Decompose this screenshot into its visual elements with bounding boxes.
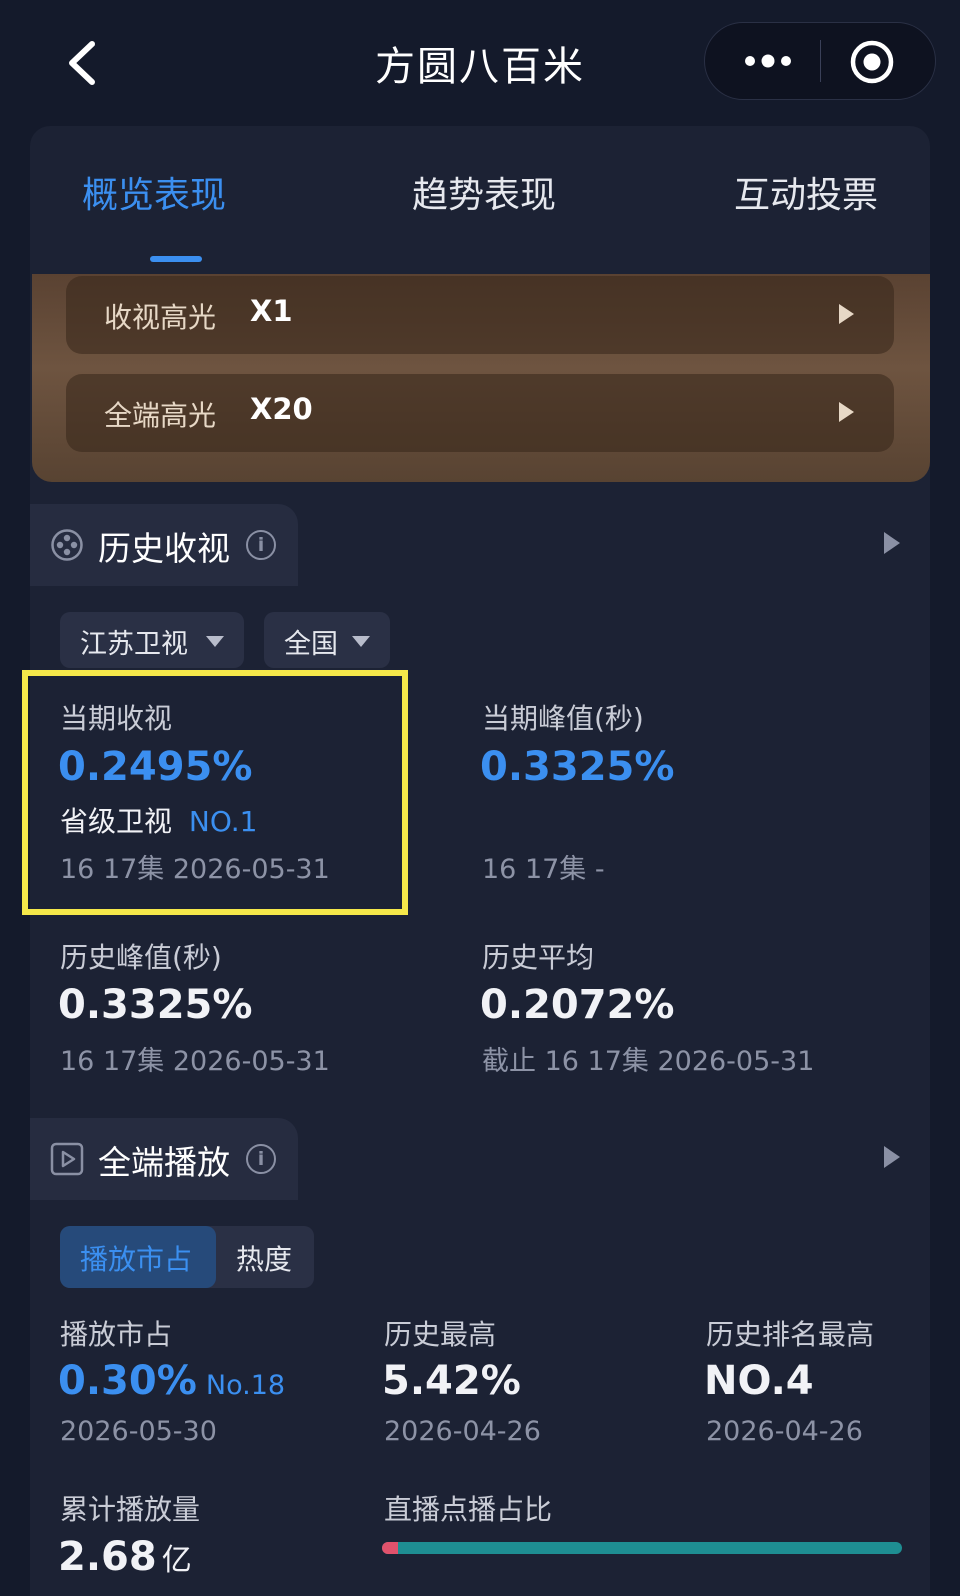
section-title: 历史收视: [98, 529, 230, 568]
history-high-label: 历史最高: [384, 1318, 497, 1351]
info-icon[interactable]: i: [246, 530, 276, 560]
toggle-heat[interactable]: 热度: [236, 1238, 292, 1278]
tab-vote[interactable]: 互动投票: [734, 166, 878, 218]
cumulative: 2.68 亿: [58, 1534, 192, 1580]
current-peak-label: 当期峰值(秒): [482, 702, 644, 735]
cumulative-label: 累计播放量: [60, 1493, 201, 1526]
region-dropdown[interactable]: 全国: [264, 612, 390, 668]
market-share-rank: No.18: [205, 1370, 286, 1401]
market-share-label: 播放市占: [60, 1318, 173, 1351]
tab-indicator: [150, 256, 202, 262]
highlight-value: X20: [250, 392, 313, 426]
highlight-box: [22, 670, 408, 915]
history-rank-date: 2026-04-26: [706, 1416, 863, 1447]
current-peak-value: 0.3325%: [480, 744, 675, 790]
highlight-label: 全端高光: [104, 399, 217, 432]
highlight-row-ratings[interactable]: 收视高光 X1: [66, 276, 894, 354]
caret-down-icon: [206, 636, 224, 647]
play-box-icon: [50, 1142, 84, 1176]
section-arrow-icon[interactable]: [884, 1146, 900, 1168]
play-arrow-icon: [839, 402, 854, 422]
highlight-label: 收视高光: [104, 301, 217, 334]
live-vod-label: 直播点播占比: [384, 1493, 553, 1526]
tab-trend[interactable]: 趋势表现: [412, 166, 556, 218]
market-share: 0.30% No.18: [58, 1358, 285, 1404]
cumulative-unit: 亿: [161, 1543, 192, 1578]
film-reel-icon: [51, 529, 83, 561]
history-high-value: 5.42%: [382, 1358, 521, 1404]
live-fill: [382, 1542, 398, 1554]
market-share-date: 2026-05-30: [60, 1416, 217, 1447]
market-share-value: 0.30%: [58, 1358, 197, 1404]
highlight-value: X1: [250, 294, 293, 328]
section-arrow-icon[interactable]: [884, 532, 900, 554]
current-peak-episode: 16 17集 -: [482, 854, 605, 885]
toggle-market-share[interactable]: 播放市占: [80, 1238, 192, 1278]
cumulative-value: 2.68: [58, 1534, 157, 1580]
more-dots-icon[interactable]: [728, 34, 808, 88]
history-peak-label: 历史峰值(秒): [60, 941, 222, 974]
channel-dropdown[interactable]: 江苏卫视: [60, 612, 244, 668]
section-title: 全端播放: [98, 1143, 230, 1182]
caret-down-icon: [352, 636, 370, 647]
tab-overview[interactable]: 概览表现: [82, 166, 226, 218]
history-high-date: 2026-04-26: [384, 1416, 541, 1447]
history-peak-episode: 16 17集 2026-05-31: [60, 1046, 330, 1077]
live-vod-bar: [382, 1542, 902, 1554]
history-peak-value: 0.3325%: [58, 982, 253, 1028]
history-avg-value: 0.2072%: [480, 982, 675, 1028]
history-rank-label: 历史排名最高: [706, 1318, 875, 1351]
play-arrow-icon: [839, 304, 854, 324]
channel-value: 江苏卫视: [80, 629, 188, 660]
highlight-row-allplatform[interactable]: 全端高光 X20: [66, 374, 894, 452]
region-value: 全国: [284, 629, 338, 660]
capsule-divider: [820, 40, 821, 82]
history-rank-value: NO.4: [704, 1358, 814, 1404]
info-icon[interactable]: i: [246, 1144, 276, 1174]
close-target-icon[interactable]: [848, 38, 896, 86]
history-avg-label: 历史平均: [482, 941, 595, 974]
history-avg-episode: 截止 16 17集 2026-05-31: [482, 1046, 815, 1077]
